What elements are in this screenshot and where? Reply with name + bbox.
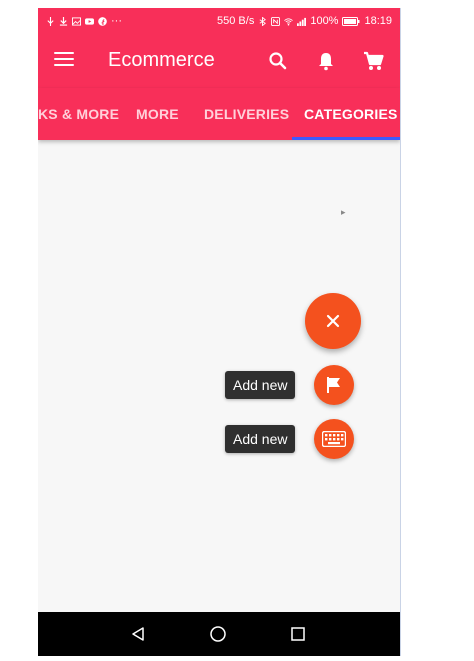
add-new-flag-label[interactable]: Add new: [225, 371, 296, 399]
add-new-keyboard-label[interactable]: Add new: [225, 425, 296, 453]
signal-icon: [297, 17, 307, 26]
system-navigation-bar: [38, 612, 400, 656]
active-tab-indicator: [292, 137, 400, 140]
status-bar: ··· 550 B/s 100% 18:19: [38, 8, 400, 34]
flag-icon: [327, 377, 340, 393]
add-new-flag-button[interactable]: [314, 365, 354, 405]
usb-icon: [47, 16, 54, 26]
recents-icon[interactable]: [288, 624, 308, 644]
mouse-cursor: ▸: [341, 207, 346, 217]
image-icon: [72, 16, 81, 26]
shopping-cart-icon[interactable]: [361, 48, 387, 74]
tab-more[interactable]: MORE: [136, 88, 179, 140]
battery-icon: [342, 16, 360, 26]
status-left: ···: [46, 8, 122, 34]
facebook-icon: [98, 16, 107, 26]
app-bar: Ecommerce: [38, 34, 400, 88]
status-right: 550 B/s 100% 18:19: [217, 8, 392, 34]
home-icon[interactable]: [208, 624, 228, 644]
search-icon[interactable]: [265, 48, 291, 74]
nfc-icon: [271, 16, 281, 26]
youtube-icon: [85, 17, 94, 25]
wifi-icon: [284, 17, 294, 26]
bluetooth-icon: [259, 16, 267, 26]
tab-deliveries[interactable]: DELIVERIES: [204, 88, 289, 140]
tab-books-and-more[interactable]: KS & MORE: [38, 88, 119, 140]
fab-close-button[interactable]: [305, 293, 361, 349]
status-time: 18:19: [364, 15, 392, 27]
add-new-keyboard-button[interactable]: [314, 419, 354, 459]
back-icon[interactable]: [128, 624, 148, 644]
tab-bar: KS & MORE MORE DELIVERIES CATEGORIES: [38, 88, 400, 140]
tab-categories[interactable]: CATEGORIES: [304, 88, 398, 140]
network-speed: 550 B/s: [217, 15, 255, 27]
status-overflow: ···: [111, 15, 122, 27]
hamburger-menu-icon[interactable]: [54, 52, 74, 70]
download-icon: [59, 16, 68, 26]
close-icon: [326, 314, 340, 328]
notifications-bell-icon[interactable]: [313, 48, 339, 74]
phone-screen: ··· 550 B/s 100% 18:19 Ecommerce KS & MO…: [38, 8, 401, 656]
keyboard-icon: [322, 431, 346, 447]
battery-percent: 100%: [310, 15, 339, 27]
app-title: Ecommerce: [108, 49, 215, 71]
